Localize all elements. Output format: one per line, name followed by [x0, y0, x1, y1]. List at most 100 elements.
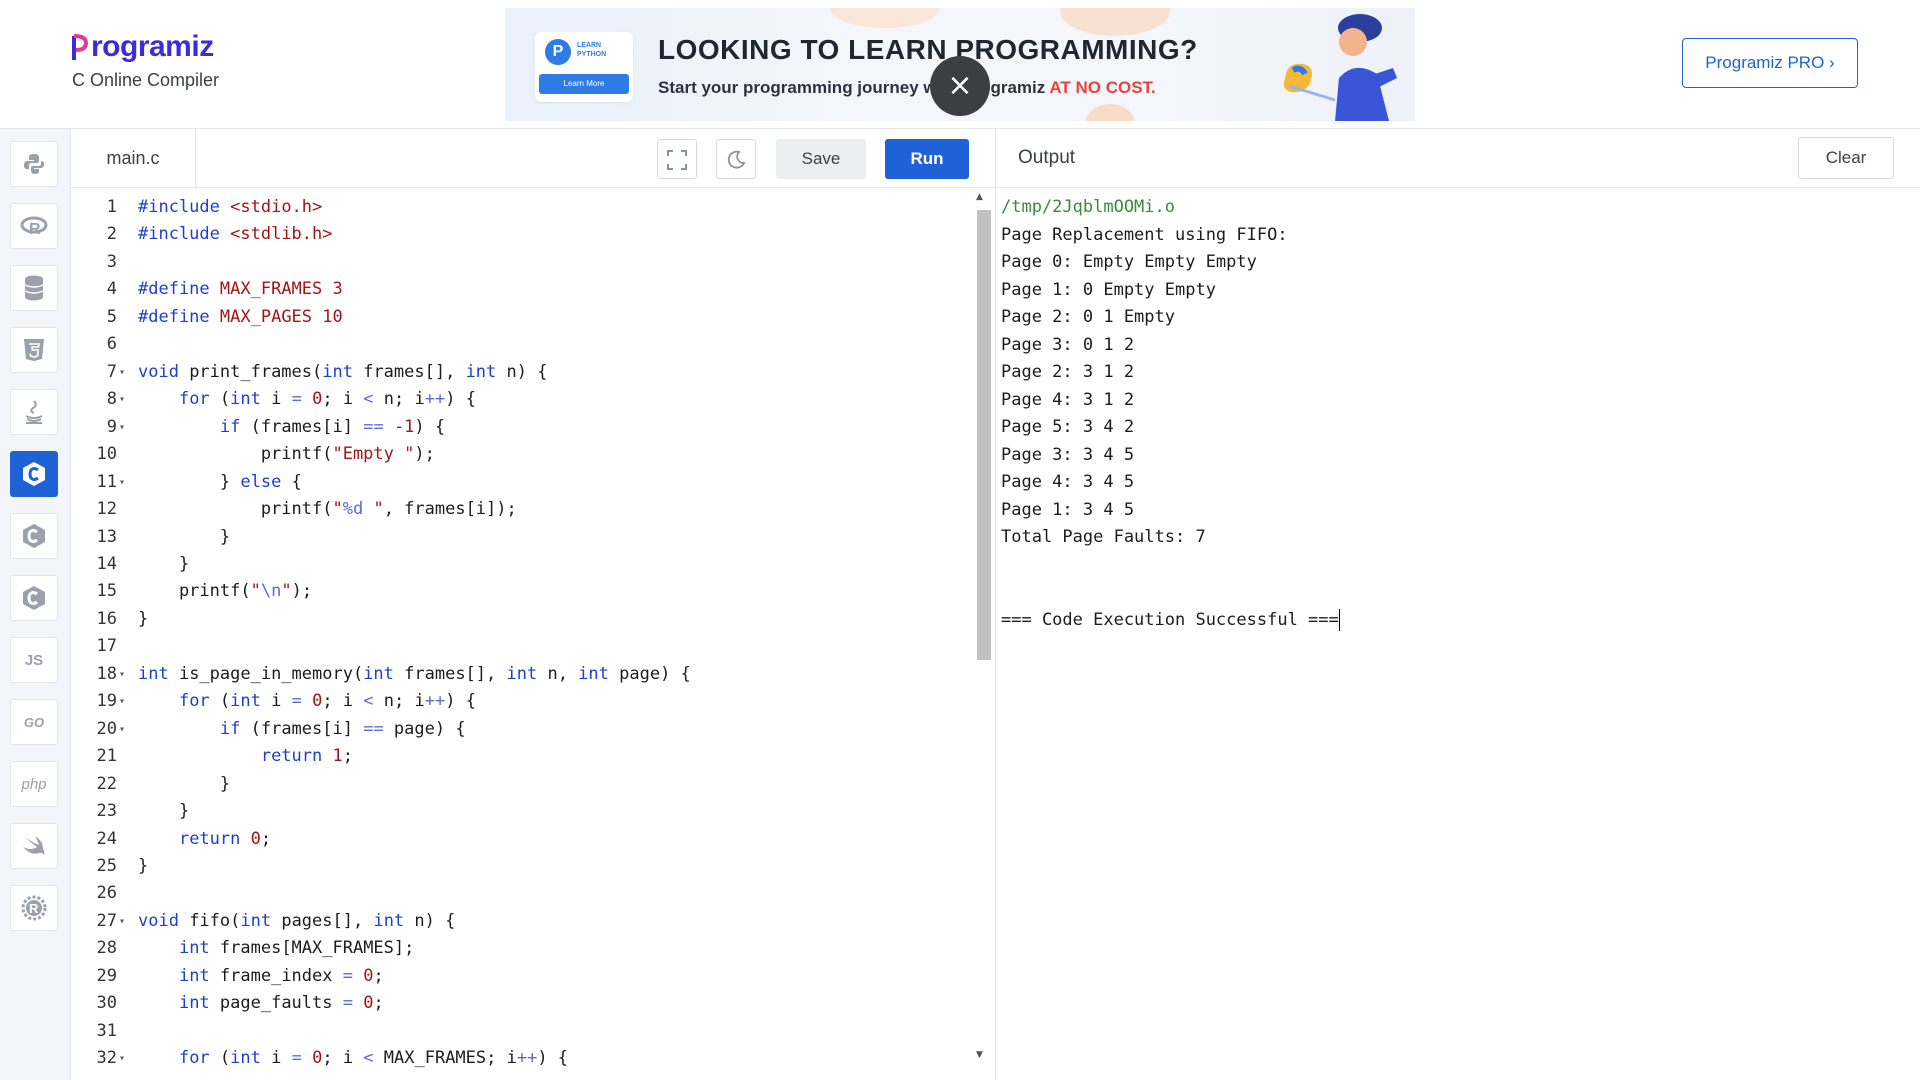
fold-arrow-icon[interactable]: ▾ — [119, 469, 125, 497]
code-line[interactable]: 29 int frame_index = 0; — [71, 963, 971, 991]
code-text: for (int i = 0; i < MAX_FRAMES; i++) { — [178, 1048, 569, 1069]
html5-icon[interactable] — [10, 327, 58, 373]
code-line[interactable]: 1 #include <stdio.h> — [71, 194, 971, 222]
code-line[interactable]: 19 ▾ for (int i = 0; i < n; i++) { — [71, 688, 971, 716]
ad-learn-more-button[interactable]: Learn More — [539, 74, 629, 94]
ad-learn-python-badge[interactable]: P LEARN PYTHON Learn More — [535, 32, 633, 102]
go-icon[interactable]: GO — [10, 699, 58, 745]
line-number: 7 — [106, 361, 117, 382]
python-icon[interactable] — [10, 141, 58, 187]
code-line[interactable]: 30 int page_faults = 0; — [71, 990, 971, 1018]
code-line[interactable]: 20 ▾ if (frames[i] == page) { — [71, 716, 971, 744]
code-line[interactable]: 25} — [71, 853, 971, 881]
fold-arrow-icon[interactable]: ▾ — [119, 359, 125, 387]
fold-arrow-icon[interactable]: ▾ — [119, 1045, 125, 1073]
line-number: 8 — [106, 389, 117, 410]
code-line[interactable]: 10 printf("Empty "); — [71, 441, 971, 469]
line-number: 13 — [96, 526, 117, 547]
code-line[interactable]: 12 printf("%d ", frames[i]); — [71, 496, 971, 524]
code-line[interactable]: 28 int frames[MAX_FRAMES]; — [71, 935, 971, 963]
fold-arrow-icon[interactable]: ▾ — [119, 716, 125, 744]
rust-icon[interactable]: R — [10, 885, 58, 931]
code-text: printf("%d ", frames[i]); — [138, 499, 517, 520]
code-text: } — [138, 553, 190, 574]
code-text: printf("Empty "); — [138, 444, 435, 465]
code-line[interactable]: 5 #define MAX_PAGES 10 — [71, 304, 971, 332]
code-text: #include <stdlib.h> — [138, 224, 333, 245]
output-line: Page 2: 3 1 2 — [1001, 362, 1135, 382]
editor-scrollbar-thumb[interactable] — [977, 210, 991, 660]
svg-text:R: R — [29, 901, 39, 916]
file-tab-main-c[interactable]: main.c — [71, 129, 196, 187]
code-line[interactable]: 31 — [71, 1018, 971, 1046]
javascript-icon[interactable]: JS — [10, 637, 58, 683]
code-line[interactable]: 15 printf("\n"); — [71, 578, 971, 606]
dark-mode-icon[interactable] — [716, 139, 756, 179]
code-text: #include <stdio.h> — [138, 197, 323, 217]
ad-decoration — [1085, 104, 1135, 121]
ad-subtitle-text: Start your programming journey with Prog… — [658, 78, 1050, 97]
go-label: GO — [23, 714, 45, 730]
line-number: 14 — [96, 553, 117, 574]
code-line[interactable]: 14 } — [71, 551, 971, 579]
code-line[interactable]: 11 ▾ } else { — [71, 469, 971, 497]
line-number: 20 — [96, 718, 117, 739]
run-button[interactable]: Run — [885, 139, 969, 179]
code-line[interactable]: 16} — [71, 606, 971, 634]
code-line[interactable]: 18 ▾ int is_page_in_memory(int frames[], i… — [71, 661, 971, 689]
database-icon[interactable] — [10, 265, 58, 311]
fold-arrow-icon[interactable]: ▾ — [119, 908, 125, 936]
swift-icon[interactable] — [10, 823, 58, 869]
code-line[interactable]: 32 ▾ for (int i = 0; i < MAX_FRAMES; i++)… — [71, 1045, 971, 1073]
cpp-icon[interactable] — [10, 513, 58, 559]
fold-arrow-icon[interactable]: ▾ — [119, 386, 125, 414]
code-line[interactable]: 8 ▾ for (int i = 0; i < n; i++) { — [71, 386, 971, 414]
programiz-pro-button[interactable]: Programiz PRO › — [1682, 38, 1858, 88]
php-icon[interactable]: php — [10, 761, 58, 807]
programiz-logo[interactable]: rogramiz C Online Compiler — [72, 30, 219, 91]
code-line[interactable]: 27 ▾ void fifo(int pages[], int n) { — [71, 908, 971, 936]
code-line[interactable]: 3 — [71, 249, 971, 277]
code-line[interactable]: 26 — [71, 880, 971, 908]
code-line[interactable]: 23 } — [71, 798, 971, 826]
code-line[interactable]: 17 — [71, 633, 971, 661]
code-line[interactable]: 4 #define MAX_FRAMES 3 — [71, 276, 971, 304]
line-number: 10 — [96, 444, 117, 465]
fold-arrow-icon[interactable]: ▾ — [119, 688, 125, 716]
compiler-subtitle: C Online Compiler — [72, 70, 220, 90]
code-editor[interactable]: 1 #include <stdio.h> 2 #include <stdlib.h> 3… — [71, 188, 995, 1080]
clear-button[interactable]: Clear — [1798, 137, 1894, 179]
fold-arrow-icon[interactable]: ▾ — [119, 414, 125, 442]
code-line[interactable]: 2 #include <stdlib.h> — [71, 221, 971, 249]
code-line[interactable]: 13 } — [71, 524, 971, 552]
code-text: int is_page_in_memory(int frames[], int … — [138, 663, 691, 684]
output-console[interactable]: /tmp/2JqblmOOMi.o Page Replacement using … — [995, 188, 1920, 1080]
ad-close-icon[interactable]: × — [930, 56, 990, 116]
output-line: === Code Execution Successful === — [1001, 608, 1340, 631]
scroll-down-icon[interactable]: ▼ — [976, 1050, 983, 1060]
scroll-up-icon[interactable]: ▲ — [976, 192, 983, 202]
output-line: Page 4: 3 4 5 — [1001, 472, 1135, 492]
code-line[interactable]: 7 ▾ void print_frames(int frames[], int n)… — [71, 359, 971, 387]
java-icon[interactable] — [10, 389, 58, 435]
save-button[interactable]: Save — [776, 139, 866, 179]
fold-arrow-icon[interactable]: ▾ — [119, 661, 125, 689]
output-line: Page 1: 0 Empty Empty — [1001, 279, 1216, 300]
r-language-icon[interactable]: R — [10, 203, 58, 249]
ad-subtitle-highlight: AT NO COST. — [1049, 78, 1156, 97]
code-line[interactable]: 21 return 1; — [71, 743, 971, 771]
csharp-icon[interactable] — [10, 575, 58, 621]
code-line[interactable]: 24 return 0; — [71, 826, 971, 854]
output-line: Page 4: 3 1 2 — [1001, 389, 1135, 410]
code-line[interactable]: 22 } — [71, 771, 971, 799]
c-language-icon[interactable] — [10, 451, 58, 497]
code-text: } — [138, 608, 149, 629]
output-line: Page 5: 3 4 2 — [1001, 417, 1135, 437]
line-number: 11 — [96, 471, 117, 492]
ad-badge-logo-icon: P — [545, 39, 571, 65]
code-line[interactable]: 6 — [71, 331, 971, 359]
line-number: 12 — [96, 499, 117, 520]
fullscreen-icon[interactable] — [657, 139, 697, 179]
ad-decoration — [830, 8, 940, 28]
code-line[interactable]: 9 ▾ if (frames[i] == -1) { — [71, 414, 971, 442]
